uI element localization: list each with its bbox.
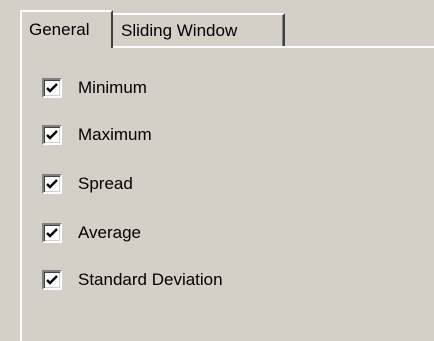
check-icon (46, 179, 58, 189)
maximum-checkbox[interactable] (42, 125, 62, 145)
panel-border (20, 46, 22, 341)
tab-sliding-window-label: Sliding Window (121, 21, 238, 40)
minimum-label: Minimum (78, 78, 147, 97)
option-standard-deviation[interactable]: Standard Deviation (42, 269, 223, 291)
minimum-checkbox[interactable] (42, 78, 62, 98)
option-maximum[interactable]: Maximum (42, 124, 152, 146)
check-icon (46, 130, 58, 140)
tab-sliding-window[interactable]: Sliding Window (113, 13, 285, 46)
spread-label: Spread (78, 174, 133, 193)
spread-checkbox[interactable] (42, 174, 62, 194)
statistics-tab-dialog: General Sliding Window Minimum Maximum S… (0, 0, 434, 341)
option-spread[interactable]: Spread (42, 173, 133, 195)
average-label: Average (78, 223, 142, 242)
check-icon (46, 275, 58, 285)
standard-deviation-checkbox[interactable] (42, 270, 62, 290)
option-minimum[interactable]: Minimum (42, 77, 147, 99)
tab-general[interactable]: General (20, 10, 113, 48)
standard-deviation-label: Standard Deviation (78, 270, 223, 289)
option-average[interactable]: Average (42, 222, 141, 244)
tab-strip-line (113, 46, 434, 48)
tab-general-label: General (29, 20, 90, 39)
average-checkbox[interactable] (42, 223, 62, 243)
maximum-label: Maximum (78, 125, 152, 144)
check-icon (46, 83, 58, 93)
check-icon (46, 228, 58, 238)
